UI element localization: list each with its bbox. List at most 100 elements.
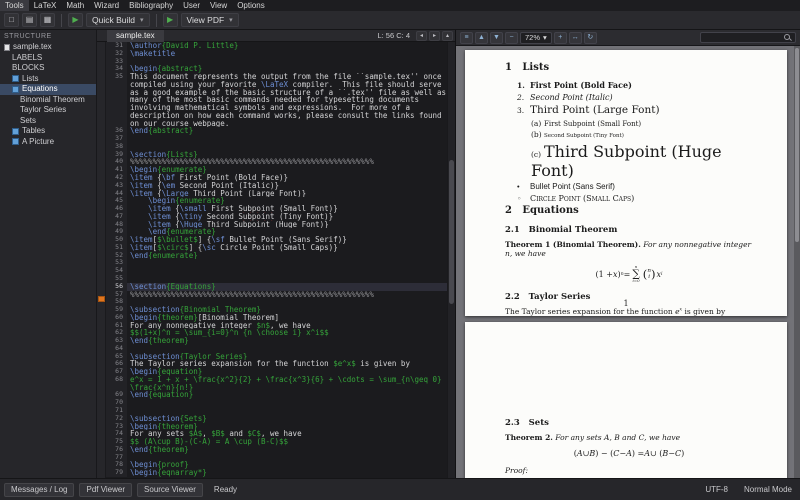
collapse-editor-button[interactable]: ▴ [442, 30, 453, 41]
code-line-62[interactable]: 62 $$(1+x)^n = \sum_{i=0}^n {n \choose i}… [106, 329, 447, 338]
zoom-level-select[interactable]: 72% ▾ [520, 31, 552, 44]
view-pdf-select[interactable]: View PDF ▾ [180, 13, 239, 27]
code-line-53[interactable]: 53 [106, 259, 447, 268]
continuous-view-button[interactable]: ≡ [460, 31, 473, 44]
line-number[interactable] [106, 96, 127, 105]
open-file-button[interactable]: ▤ [22, 13, 37, 27]
line-number[interactable]: 79 [106, 468, 127, 477]
editor-scrollbar[interactable] [447, 42, 455, 478]
code-line-37[interactable]: 37 [106, 134, 447, 143]
code-line-42[interactable]: 42 \item {\bf First Point (Bold Face)} [106, 173, 447, 182]
structure-item-a-picture[interactable]: A Picture [0, 137, 96, 148]
code-line-58[interactable]: 58 [106, 297, 447, 307]
line-number[interactable]: 68 [106, 375, 127, 384]
structure-item-sets[interactable]: Sets [0, 116, 96, 127]
structure-item-blocks[interactable]: BLOCKS [0, 63, 96, 74]
previous-page-button[interactable]: ▲ [475, 31, 488, 44]
editor-scrollbar-thumb[interactable] [449, 159, 454, 304]
code-line-64[interactable]: 64 [106, 344, 447, 353]
code-line[interactable]: many of the most basic commands needed f… [106, 96, 447, 105]
pdf-scrollbar-thumb[interactable] [795, 48, 799, 243]
line-number[interactable]: 35 [106, 72, 127, 81]
pdf-preview[interactable]: 1 Lists 1. First Point (Bold Face) 2. Secon… [456, 46, 800, 478]
save-file-button[interactable]: ▦ [40, 13, 55, 27]
code-line-56[interactable]: 56 \section{Equations} [106, 282, 447, 291]
code-line[interactable]: compiled using your favorite \LaTeX comp… [106, 80, 447, 89]
code-line-45[interactable]: 45 \begin{enumerate} [106, 197, 447, 206]
menu-item-bibliography[interactable]: Bibliography [124, 0, 178, 11]
code-line-76[interactable]: 76 \end{theorem} [106, 445, 447, 454]
code-line-79[interactable]: 79 \begin{eqnarray*} [106, 468, 447, 477]
code-line-72[interactable]: 72 \subsection{Sets} [106, 414, 447, 423]
quick-build-select[interactable]: Quick Build ▾ [86, 13, 150, 27]
structure-item-sample-tex[interactable]: sample.tex [0, 42, 96, 53]
code-line-52[interactable]: 52 \end{enumerate} [106, 251, 447, 260]
code-line-66[interactable]: 66 The Taylor series expansion for the fu… [106, 360, 447, 369]
code-line-65[interactable]: 65 \subsection{Taylor Series} [106, 352, 447, 361]
previous-document-button[interactable]: ◂ [416, 30, 427, 41]
structure-item-equations[interactable]: Equations [0, 84, 96, 95]
code-line-55[interactable]: 55 [106, 274, 447, 283]
tab-sample-tex[interactable]: sample.tex [107, 29, 164, 42]
code-line-59[interactable]: 59 \subsection{Binomial Theorem} [106, 305, 447, 314]
code-line[interactable]: \frac{x^n}{n!} [106, 383, 447, 392]
line-number[interactable] [106, 88, 127, 97]
code-line-46[interactable]: 46 \item {\small First Subpoint (Small F… [106, 204, 447, 213]
code-line-73[interactable]: 73 \begin{theorem} [106, 422, 447, 431]
menu-item-wizard[interactable]: Wizard [89, 0, 124, 11]
messages-log-button[interactable]: Messages / Log [4, 482, 75, 497]
menu-item-math[interactable]: Math [61, 0, 89, 11]
code-line-31[interactable]: 31 \author{David P. Little} [106, 42, 447, 50]
structure-item-taylor-series[interactable]: Taylor Series [0, 105, 96, 116]
zoom-in-button[interactable]: + [553, 31, 567, 44]
code-line-38[interactable]: 38 [106, 142, 447, 151]
code-line-75[interactable]: 75 $$ (A\cup B)-(C-A) = A \cup (B-C)$$ [106, 437, 447, 446]
pdf-scrollbar[interactable] [794, 46, 800, 478]
structure-item-binomial-theorem[interactable]: Binomial Theorem [0, 95, 96, 106]
code-line-44[interactable]: 44 \item {\Large Third Point (Large Font)… [106, 189, 447, 198]
code-line-77[interactable]: 77 [106, 453, 447, 462]
code-line-69[interactable]: 69 \end{equation} [106, 391, 447, 400]
structure-item-labels[interactable]: LABELS [0, 53, 96, 64]
code-line[interactable]: on our course webpage. [106, 119, 447, 128]
code-line[interactable]: involving mathematical symbols and expre… [106, 104, 447, 112]
line-number[interactable] [106, 104, 127, 112]
code-line-68[interactable]: 68 e^x = 1 + x + \frac{x^2}{2} + \frac{x^… [106, 375, 447, 384]
code-line-33[interactable]: 33 [106, 57, 447, 66]
code-line-35[interactable]: 35 This document represents the output fr… [106, 72, 447, 81]
new-file-button[interactable]: □ [4, 13, 19, 27]
code-line-34[interactable]: 34 \begin{abstract} [106, 65, 447, 74]
menu-item-latex[interactable]: LaTeX [29, 0, 62, 11]
source-viewer-button[interactable]: Source Viewer [137, 482, 203, 497]
code-line[interactable]: as a good example of the basic structure… [106, 88, 447, 97]
code-line-41[interactable]: 41 \begin{enumerate} [106, 165, 447, 175]
code-line-63[interactable]: 63 \end{theorem} [106, 336, 447, 345]
next-document-button[interactable]: ▸ [429, 30, 440, 41]
pdf-search-input[interactable] [700, 32, 796, 43]
code-line-50[interactable]: 50 \item[$\bullet$] {\sf Bullet Point (Sa… [106, 235, 447, 244]
menu-item-tools[interactable]: Tools [0, 0, 29, 11]
menu-item-user[interactable]: User [178, 0, 205, 11]
code-line-67[interactable]: 67 \begin{equation} [106, 367, 447, 376]
code-line-74[interactable]: 74 For any sets $A$, $B$ and $C$, we have [106, 430, 447, 439]
code-line-70[interactable]: 70 [106, 398, 447, 407]
code-line-51[interactable]: 51 \item[$\circ$] {\sc Circle Point (Smal… [106, 243, 447, 252]
code-line-78[interactable]: 78 \begin{proof} [106, 461, 447, 470]
fit-width-button[interactable]: ↔ [568, 31, 582, 44]
code-line-60[interactable]: 60 \begin{theorem}[Binomial Theorem] [106, 313, 447, 322]
code-line-47[interactable]: 47 \item {\tiny Second Subpoint (Tiny Fo… [106, 212, 447, 221]
menu-item-view[interactable]: View [205, 0, 232, 11]
next-page-button[interactable]: ▼ [490, 31, 503, 44]
structure-item-tables[interactable]: Tables [0, 126, 96, 137]
run-view-pdf-button[interactable]: ▶ [162, 13, 178, 27]
line-number[interactable] [106, 111, 127, 120]
code-line-32[interactable]: 32 \maketitle [106, 49, 447, 58]
zoom-out-button[interactable]: − [505, 31, 518, 44]
rotate-button[interactable]: ↻ [583, 31, 597, 44]
code-line-43[interactable]: 43 \item {\em Second Point (Italic)} [106, 181, 447, 190]
menu-item-options[interactable]: Options [232, 0, 270, 11]
code-line-54[interactable]: 54 [106, 266, 447, 275]
structure-item-lists[interactable]: Lists [0, 74, 96, 85]
code-line-49[interactable]: 49 \end{enumerate} [106, 228, 447, 237]
code-line-48[interactable]: 48 \item {\Huge Third Subpoint (Huge Fon… [106, 220, 447, 229]
